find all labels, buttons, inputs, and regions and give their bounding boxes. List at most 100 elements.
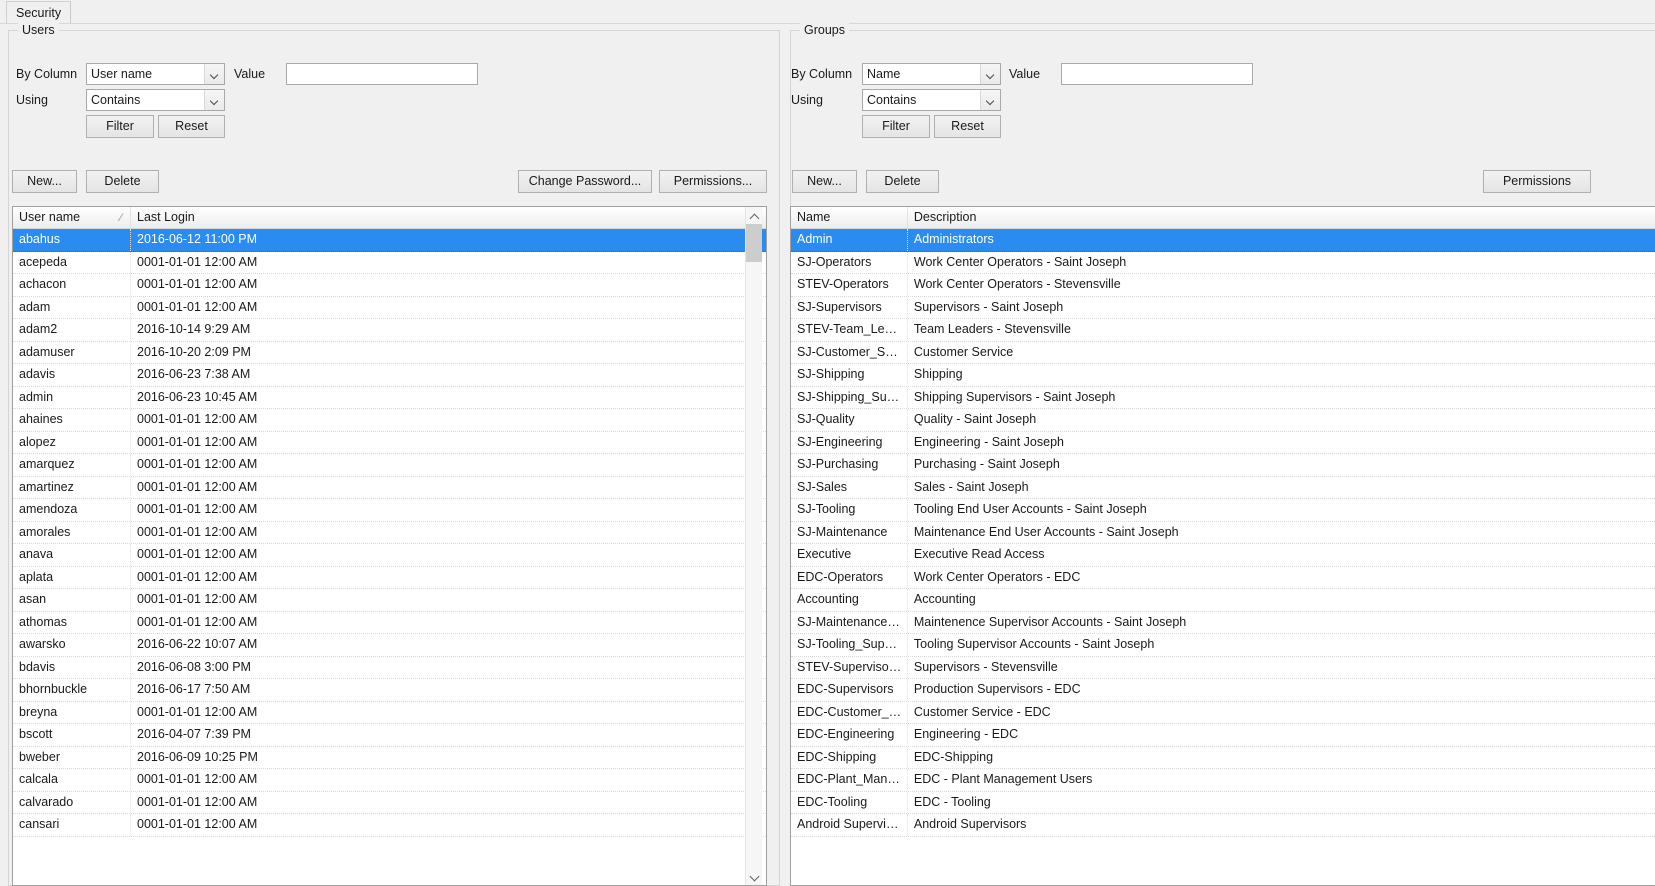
groups-table-row[interactable]: STEV-Superviso… Supervisors - Stevensvill… <box>791 656 1655 679</box>
groups-table-row-cell-name: EDC-Supervisors <box>791 679 908 701</box>
users-table-row[interactable]: abahus 2016-06-12 11:00 PM <box>13 229 766 252</box>
groups-table-row-cell-name: SJ-Sales <box>791 476 908 498</box>
groups-table-row[interactable]: STEV-Team_Le… Team Leaders - Stevensville <box>791 319 1655 342</box>
groups-table-row[interactable]: SJ-Maintenance Maintenance End User Accou… <box>791 521 1655 544</box>
groups-column-header-description[interactable]: Description <box>908 207 1655 228</box>
users-table-row[interactable]: bweber 2016-06-09 10:25 PM <box>13 746 766 769</box>
users-table-row-cell-username: bdavis <box>13 656 131 678</box>
groups-table-row[interactable]: EDC-Shipping EDC-Shipping <box>791 746 1655 769</box>
users-table-row[interactable]: awarsko 2016-06-22 10:07 AM <box>13 634 766 657</box>
groups-table-row-cell-description: Customer Service <box>913 344 1014 359</box>
users-table-row-cell-last_login: 0001-01-01 12:00 AM <box>137 412 258 426</box>
groups-new-button[interactable]: New... <box>792 170 857 193</box>
groups-table-row-cell-description: EDC - Plant Management Users <box>913 772 1093 786</box>
groups-table-row[interactable]: STEV-Operators Work Center Operators - St… <box>791 274 1655 297</box>
groups-column-header-name[interactable]: Name <box>791 207 908 228</box>
groups-using-select[interactable]: Contains <box>862 89 1001 111</box>
groups-table-row[interactable]: SJ-Shipping_Su… Shipping Supervisors - Sa… <box>791 386 1655 409</box>
groups-table-row[interactable]: Admin Administrators <box>791 229 1655 252</box>
groups-table-row[interactable]: SJ-Maintenance… Maintenence Supervisor Ac… <box>791 611 1655 634</box>
users-table-row[interactable]: achacon 0001-01-01 12:00 AM <box>13 274 766 297</box>
users-table-row[interactable]: cansari 0001-01-01 12:00 AM <box>13 814 766 837</box>
users-value-input[interactable] <box>286 63 478 85</box>
users-listview[interactable]: User name ⁄ Last Login abahus 2016-06-12 … <box>12 206 767 886</box>
groups-table-row[interactable]: SJ-Operators Work Center Operators - Sain… <box>791 251 1655 274</box>
users-table-row[interactable]: amorales 0001-01-01 12:00 AM <box>13 521 766 544</box>
users-new-button[interactable]: New... <box>12 170 77 193</box>
groups-table-row[interactable]: Executive Executive Read Access <box>791 544 1655 567</box>
groups-table-row[interactable]: EDC-Plant_Man… EDC - Plant Management Use… <box>791 769 1655 792</box>
groups-table-row-cell-name: STEV-Operators <box>791 274 908 296</box>
groups-listview[interactable]: Name Description Admin Administrators SJ-O… <box>790 206 1655 886</box>
users-table-row[interactable]: asan 0001-01-01 12:00 AM <box>13 589 766 612</box>
groups-table-row[interactable]: SJ-Tooling_Sup… Tooling Supervisor Accoun… <box>791 634 1655 657</box>
users-table-row[interactable]: amarquez 0001-01-01 12:00 AM <box>13 454 766 477</box>
users-delete-button[interactable]: Delete <box>86 170 159 193</box>
users-table-row[interactable]: adamuser 2016-10-20 2:09 PM <box>13 341 766 364</box>
users-reset-button[interactable]: Reset <box>158 115 225 138</box>
scroll-down-icon[interactable] <box>746 868 762 885</box>
users-table-row[interactable]: calvarado 0001-01-01 12:00 AM <box>13 791 766 814</box>
users-table-row-cell-username: anava <box>13 544 131 566</box>
groups-table-row[interactable]: EDC-Engineering Engineering - EDC <box>791 724 1655 747</box>
groups-reset-button[interactable]: Reset <box>934 115 1001 138</box>
users-table-row-cell-username: achacon <box>13 274 131 296</box>
scroll-up-icon[interactable] <box>746 207 762 224</box>
groups-table-row[interactable]: SJ-Customer_S… Customer Service <box>791 341 1655 364</box>
users-table-row[interactable]: amendoza 0001-01-01 12:00 AM <box>13 499 766 522</box>
users-table-row[interactable]: adavis 2016-06-23 7:38 AM <box>13 364 766 387</box>
users-table-row-cell-username: amorales <box>13 521 131 543</box>
users-using-select[interactable]: Contains <box>86 89 225 111</box>
groups-delete-button[interactable]: Delete <box>866 170 939 193</box>
users-permissions-button[interactable]: Permissions... <box>659 170 767 193</box>
users-table-row[interactable]: aplata 0001-01-01 12:00 AM <box>13 566 766 589</box>
groups-table-row-cell-name: SJ-Maintenance <box>791 521 908 543</box>
users-table-row[interactable]: ahaines 0001-01-01 12:00 AM <box>13 409 766 432</box>
users-table-row[interactable]: alopez 0001-01-01 12:00 AM <box>13 431 766 454</box>
users-column-header-username[interactable]: User name ⁄ <box>13 207 131 228</box>
groups-table-row[interactable]: Android Supervi… Android Supervisors <box>791 814 1655 837</box>
groups-table-row[interactable]: SJ-Sales Sales - Saint Joseph <box>791 476 1655 499</box>
users-table-row[interactable]: adam 0001-01-01 12:00 AM <box>13 296 766 319</box>
users-table-row-cell-last_login: 0001-01-01 12:00 AM <box>137 254 258 269</box>
groups-permissions-button[interactable]: Permissions <box>1483 170 1591 193</box>
users-table-row[interactable]: bdavis 2016-06-08 3:00 PM <box>13 656 766 679</box>
users-table-row[interactable]: breyna 0001-01-01 12:00 AM <box>13 701 766 724</box>
groups-list-header: Name Description <box>791 207 1655 229</box>
groups-table-row[interactable]: SJ-Engineering Engineering - Saint Joseph <box>791 431 1655 454</box>
groups-table-row[interactable]: SJ-Quality Quality - Saint Joseph <box>791 409 1655 432</box>
users-by-column-value: User name <box>91 67 153 81</box>
groups-filter-button[interactable]: Filter <box>862 115 930 138</box>
users-table-row-cell-last_login: 0001-01-01 12:00 AM <box>137 299 258 314</box>
groups-table-row[interactable]: EDC-Tooling EDC - Tooling <box>791 791 1655 814</box>
groups-table-row[interactable]: Accounting Accounting <box>791 589 1655 612</box>
groups-table-row[interactable]: EDC-Operators Work Center Operators - EDC <box>791 566 1655 589</box>
users-by-column-select[interactable]: User name <box>86 63 225 85</box>
groups-table-row[interactable]: SJ-Supervisors Supervisors - Saint Joseph <box>791 296 1655 319</box>
users-column-header-lastlogin[interactable]: Last Login <box>131 207 751 228</box>
users-change-password-button[interactable]: Change Password... <box>518 170 652 193</box>
users-table-row[interactable]: athomas 0001-01-01 12:00 AM <box>13 611 766 634</box>
users-table-row-cell-last_login: 2016-10-14 9:29 AM <box>137 322 251 336</box>
users-table-row[interactable]: bhornbuckle 2016-06-17 7:50 AM <box>13 679 766 702</box>
users-table-row-cell-username: cansari <box>13 814 131 836</box>
users-table-row[interactable]: anava 0001-01-01 12:00 AM <box>13 544 766 567</box>
users-table-row[interactable]: admin 2016-06-23 10:45 AM <box>13 386 766 409</box>
users-table-row[interactable]: adam2 2016-10-14 9:29 AM <box>13 319 766 342</box>
groups-by-column-select[interactable]: Name <box>862 63 1001 85</box>
users-table-row-cell-last_login: 0001-01-01 12:00 AM <box>137 434 258 449</box>
groups-table-row[interactable]: EDC-Customer_… Customer Service - EDC <box>791 701 1655 724</box>
users-list-scrollbar[interactable] <box>745 207 762 885</box>
users-scrollbar-thumb[interactable] <box>746 224 762 262</box>
tab-security[interactable]: Security <box>6 1 72 23</box>
groups-table-row[interactable]: SJ-Tooling Tooling End User Accounts - Sa… <box>791 499 1655 522</box>
users-table-row[interactable]: acepeda 0001-01-01 12:00 AM <box>13 251 766 274</box>
users-table-row[interactable]: amartinez 0001-01-01 12:00 AM <box>13 476 766 499</box>
users-table-row[interactable]: bscott 2016-04-07 7:39 PM <box>13 724 766 747</box>
groups-table-row[interactable]: EDC-Supervisors Production Supervisors - … <box>791 679 1655 702</box>
groups-value-input[interactable] <box>1061 63 1253 85</box>
users-filter-button[interactable]: Filter <box>86 115 154 138</box>
groups-table-row[interactable]: SJ-Purchasing Purchasing - Saint Joseph <box>791 454 1655 477</box>
users-table-row[interactable]: calcala 0001-01-01 12:00 AM <box>13 769 766 792</box>
groups-table-row[interactable]: SJ-Shipping Shipping <box>791 364 1655 387</box>
